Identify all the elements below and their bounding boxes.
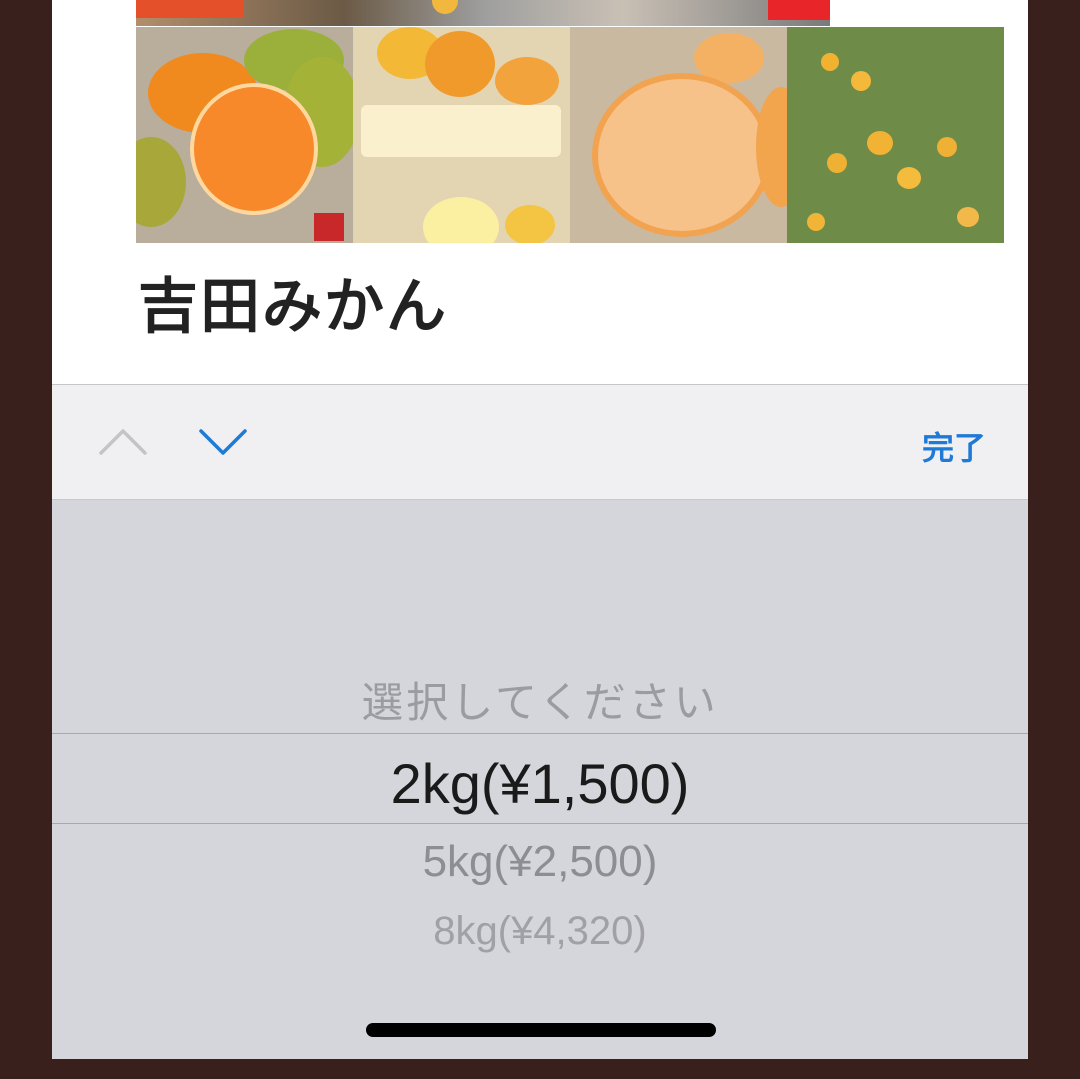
product-image-gallery[interactable] [136, 27, 1004, 243]
done-button[interactable]: 完了 [922, 423, 986, 469]
product-image-tsuchiyama-label[interactable] [353, 27, 570, 243]
product-image-mikan-half[interactable] [570, 27, 787, 243]
previous-field-button[interactable] [98, 427, 148, 457]
next-field-button[interactable] [198, 427, 248, 457]
product-image-mikan-cut[interactable] [136, 27, 353, 243]
picker-option[interactable]: 5kg(¥2,500) [52, 837, 1028, 887]
product-page: 吉田みかん [52, 0, 1028, 384]
chevron-down-icon [199, 429, 247, 455]
picker-option-selected[interactable]: 2kg(¥1,500) [52, 751, 1028, 816]
home-indicator[interactable] [366, 1023, 716, 1037]
keyboard-toolbar: 完了 [52, 384, 1028, 500]
chevron-up-icon [99, 429, 147, 455]
picker-option[interactable]: 8kg(¥4,320) [52, 909, 1028, 954]
picker-selection-bottom-line [52, 823, 1028, 824]
product-banner [136, 0, 830, 26]
picker-option-placeholder[interactable]: 選択してください [52, 669, 1028, 730]
phone-screen: 吉田みかん 完了 選択してください 2kg(¥1,500) 5kg(¥2,500… [52, 0, 1028, 1059]
product-image-mikan-tree[interactable] [787, 27, 1004, 243]
picker-selection-top-line [52, 733, 1028, 734]
option-picker-wheel[interactable]: 選択してください 2kg(¥1,500) 5kg(¥2,500) 8kg(¥4,… [52, 499, 1028, 1059]
product-title: 吉田みかん [138, 272, 448, 342]
